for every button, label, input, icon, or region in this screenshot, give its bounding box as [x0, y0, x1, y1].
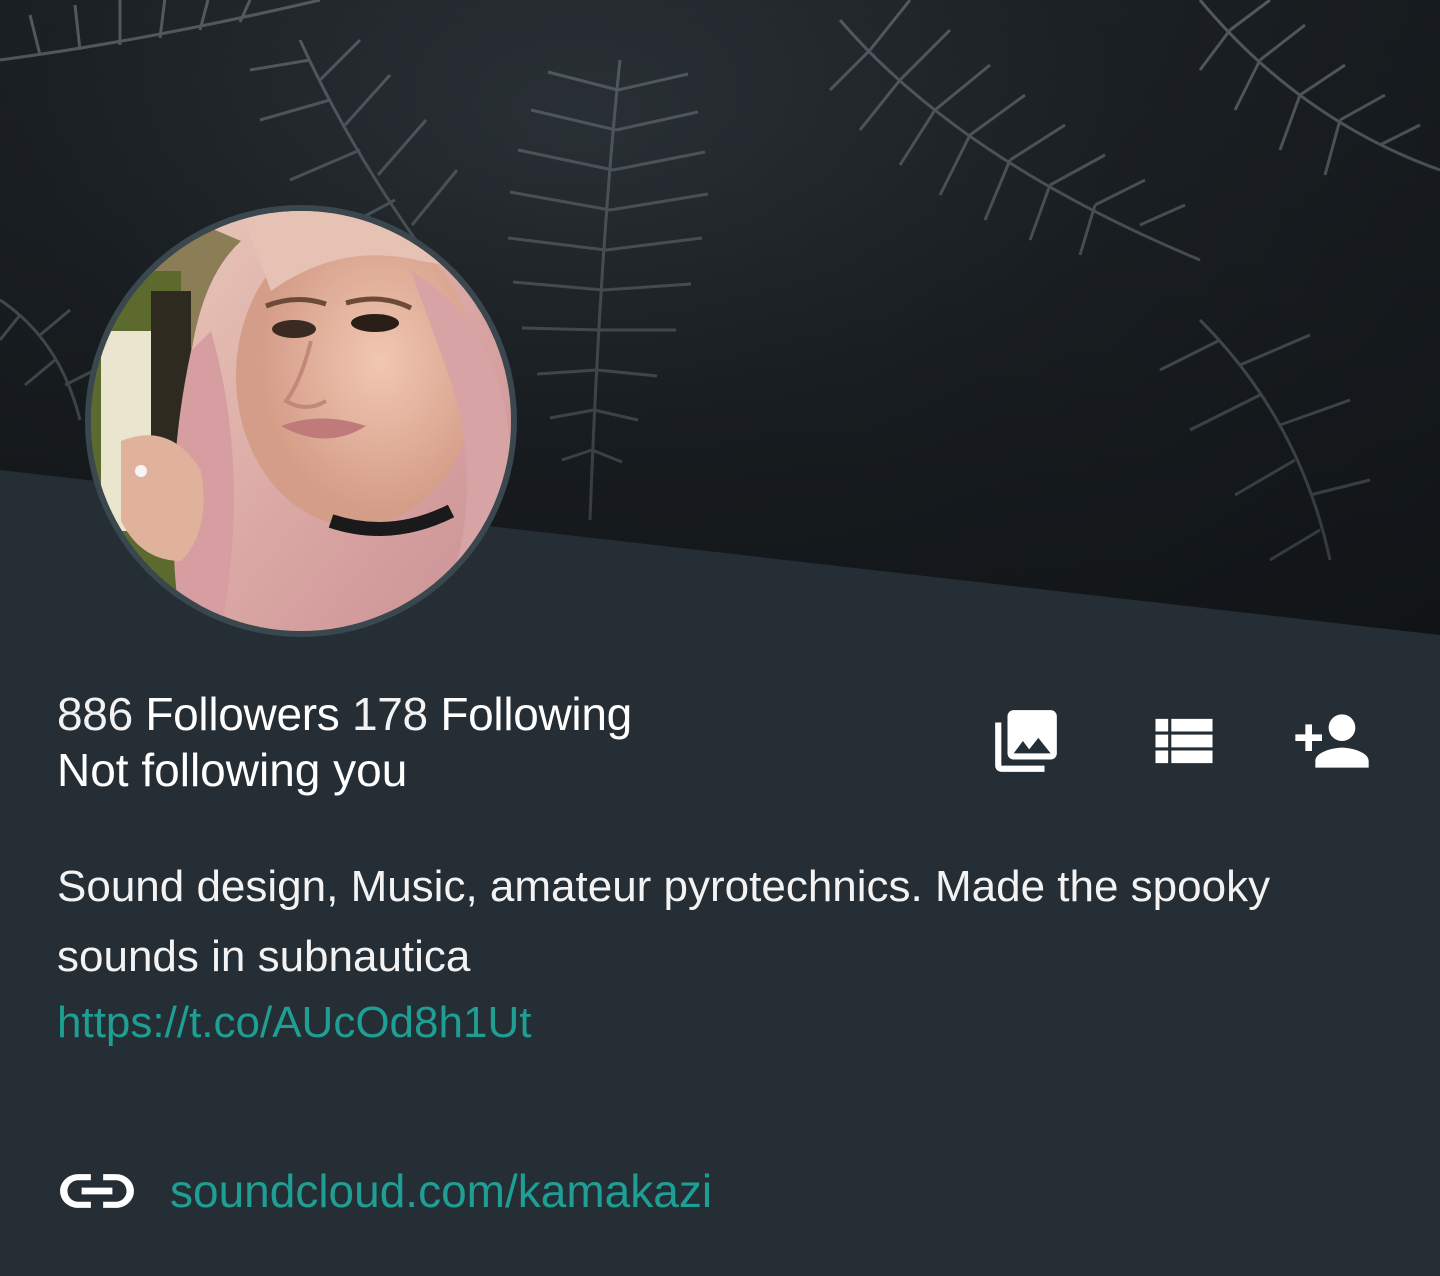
profile-panel-background [0, 470, 1440, 1276]
follow-button[interactable] [1291, 700, 1373, 782]
profile-page: 886 Followers 178 Following Not followin… [0, 0, 1440, 1276]
website-row[interactable]: soundcloud.com/kamakazi [60, 1158, 712, 1224]
following-count[interactable]: 178 [352, 688, 428, 740]
profile-actions [985, 700, 1385, 782]
follow-status: Not following you [57, 744, 408, 796]
followers-label[interactable]: Followers [145, 688, 339, 740]
profile-bio: Sound design, Music, amateur pyrotechnic… [57, 862, 1271, 981]
website-link[interactable]: soundcloud.com/kamakazi [170, 1158, 712, 1224]
lists-button[interactable] [1143, 700, 1225, 782]
photo-library-icon [995, 710, 1057, 772]
link-icon [60, 1174, 134, 1208]
followers-count[interactable]: 886 [57, 688, 133, 740]
person-add-icon [1295, 714, 1369, 768]
follow-stats: 886 Followers 178 Following [57, 686, 632, 742]
avatar[interactable] [85, 205, 517, 637]
media-button[interactable] [985, 700, 1067, 782]
following-label[interactable]: Following [440, 688, 632, 740]
list-icon [1155, 718, 1213, 764]
bio-link[interactable]: https://t.co/AUcOd8h1Ut [57, 992, 531, 1054]
avatar-image [91, 211, 511, 631]
